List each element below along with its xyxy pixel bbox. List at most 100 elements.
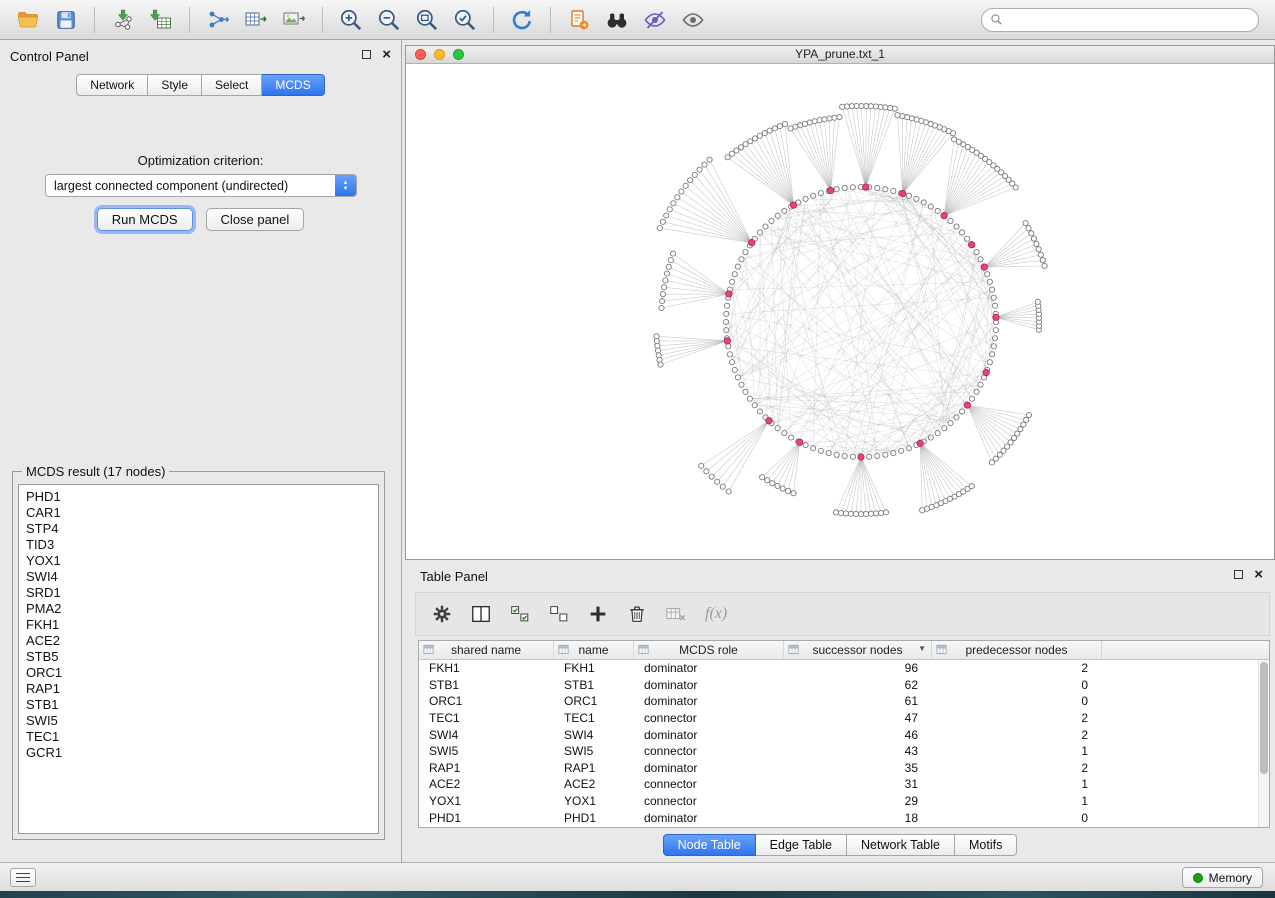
cell-name[interactable]: ACE2 <box>554 777 634 791</box>
mcds-result-item[interactable]: PHD1 <box>26 489 378 505</box>
cell-name[interactable]: YOX1 <box>554 794 634 808</box>
cell-MCDS-role[interactable]: dominator <box>634 728 784 742</box>
cell-successor-nodes[interactable]: 43 <box>784 744 932 758</box>
mcds-result-item[interactable]: GCR1 <box>26 745 378 761</box>
refresh-layout-icon[interactable] <box>504 4 540 36</box>
export-image-icon[interactable] <box>276 4 312 36</box>
status-menu-icon[interactable] <box>10 868 36 887</box>
zoom-fit-icon[interactable] <box>409 4 445 36</box>
cell-MCDS-role[interactable]: connector <box>634 744 784 758</box>
column-header-successor-nodes[interactable]: successor nodes▼ <box>784 641 932 659</box>
cell-successor-nodes[interactable]: 18 <box>784 811 932 825</box>
mcds-result-item[interactable]: TID3 <box>26 537 378 553</box>
column-header-predecessor-nodes[interactable]: predecessor nodes <box>932 641 1102 659</box>
cell-successor-nodes[interactable]: 47 <box>784 711 932 725</box>
run-mcds-button[interactable]: Run MCDS <box>97 208 193 231</box>
tab-node-table[interactable]: Node Table <box>663 834 756 856</box>
window-zoom-button[interactable] <box>453 49 464 60</box>
tab-mcds[interactable]: MCDS <box>262 74 324 96</box>
import-table-icon[interactable] <box>143 4 179 36</box>
cell-shared-name[interactable]: STB1 <box>419 678 554 692</box>
mcds-result-item[interactable]: SRD1 <box>26 585 378 601</box>
cell-predecessor-nodes[interactable]: 2 <box>932 728 1102 742</box>
float-panel-icon[interactable] <box>1234 570 1243 579</box>
show-details-eye-icon[interactable] <box>675 4 711 36</box>
show-columns-icon[interactable] <box>467 599 495 629</box>
cell-MCDS-role[interactable]: connector <box>634 794 784 808</box>
cell-successor-nodes[interactable]: 35 <box>784 761 932 775</box>
network-graph[interactable] <box>406 64 1274 559</box>
table-row[interactable]: TEC1TEC1connector472 <box>419 710 1258 727</box>
cell-shared-name[interactable]: PHD1 <box>419 811 554 825</box>
cell-MCDS-role[interactable]: connector <box>634 711 784 725</box>
export-table-icon[interactable] <box>238 4 274 36</box>
mcds-result-item[interactable]: CAR1 <box>26 505 378 521</box>
tab-motifs[interactable]: Motifs <box>955 834 1017 856</box>
cell-successor-nodes[interactable]: 62 <box>784 678 932 692</box>
zoom-in-icon[interactable] <box>333 4 369 36</box>
search-input[interactable] <box>981 8 1259 32</box>
cell-name[interactable]: FKH1 <box>554 661 634 675</box>
cell-predecessor-nodes[interactable]: 2 <box>932 661 1102 675</box>
cell-predecessor-nodes[interactable]: 1 <box>932 744 1102 758</box>
cell-successor-nodes[interactable]: 96 <box>784 661 932 675</box>
column-header-name[interactable]: name <box>554 641 634 659</box>
mcds-result-item[interactable]: ORC1 <box>26 665 378 681</box>
network-window-titlebar[interactable]: YPA_prune.txt_1 <box>406 46 1274 64</box>
tab-edge-table[interactable]: Edge Table <box>756 834 847 856</box>
cell-shared-name[interactable]: SWI5 <box>419 744 554 758</box>
cell-shared-name[interactable]: ACE2 <box>419 777 554 791</box>
tab-style[interactable]: Style <box>148 74 202 96</box>
save-icon[interactable] <box>48 4 84 36</box>
cell-shared-name[interactable]: YOX1 <box>419 794 554 808</box>
cell-name[interactable]: RAP1 <box>554 761 634 775</box>
table-row[interactable]: PHD1PHD1dominator180 <box>419 809 1258 826</box>
cell-name[interactable]: SWI5 <box>554 744 634 758</box>
cell-name[interactable]: TEC1 <box>554 711 634 725</box>
add-column-plus-icon[interactable] <box>584 599 612 629</box>
cell-successor-nodes[interactable]: 29 <box>784 794 932 808</box>
search-binoculars-icon[interactable] <box>599 4 635 36</box>
cell-shared-name[interactable]: ORC1 <box>419 694 554 708</box>
table-settings-gear-icon[interactable] <box>428 599 456 629</box>
table-row[interactable]: STB1STB1dominator620 <box>419 677 1258 694</box>
share-document-icon[interactable] <box>561 4 597 36</box>
cell-predecessor-nodes[interactable]: 0 <box>932 678 1102 692</box>
table-row[interactable]: SWI5SWI5connector431 <box>419 743 1258 760</box>
cell-MCDS-role[interactable]: dominator <box>634 678 784 692</box>
cell-shared-name[interactable]: FKH1 <box>419 661 554 675</box>
network-canvas[interactable] <box>406 64 1274 559</box>
table-row[interactable]: ACE2ACE2connector311 <box>419 776 1258 793</box>
table-row[interactable]: FKH1FKH1dominator962 <box>419 660 1258 677</box>
window-close-button[interactable] <box>415 49 426 60</box>
cell-predecessor-nodes[interactable]: 1 <box>932 777 1102 791</box>
cell-name[interactable]: ORC1 <box>554 694 634 708</box>
mcds-result-item[interactable]: TEC1 <box>26 729 378 745</box>
delete-table-icon[interactable] <box>662 599 690 629</box>
mcds-result-item[interactable]: STB5 <box>26 649 378 665</box>
cell-name[interactable]: PHD1 <box>554 811 634 825</box>
table-row[interactable]: YOX1YOX1connector291 <box>419 793 1258 810</box>
cell-name[interactable]: STB1 <box>554 678 634 692</box>
cell-MCDS-role[interactable]: connector <box>634 777 784 791</box>
zoom-selected-icon[interactable] <box>447 4 483 36</box>
cell-predecessor-nodes[interactable]: 0 <box>932 811 1102 825</box>
tab-network[interactable]: Network <box>76 74 148 96</box>
mcds-result-item[interactable]: STP4 <box>26 521 378 537</box>
cell-successor-nodes[interactable]: 61 <box>784 694 932 708</box>
column-header-MCDS-role[interactable]: MCDS role <box>634 641 784 659</box>
memory-button[interactable]: Memory <box>1182 867 1263 888</box>
tab-select[interactable]: Select <box>202 74 262 96</box>
table-row[interactable]: ORC1ORC1dominator610 <box>419 693 1258 710</box>
cell-successor-nodes[interactable]: 46 <box>784 728 932 742</box>
zoom-out-icon[interactable] <box>371 4 407 36</box>
window-minimize-button[interactable] <box>434 49 445 60</box>
cell-shared-name[interactable]: SWI4 <box>419 728 554 742</box>
cell-MCDS-role[interactable]: dominator <box>634 761 784 775</box>
cell-name[interactable]: SWI4 <box>554 728 634 742</box>
cell-predecessor-nodes[interactable]: 1 <box>932 794 1102 808</box>
mcds-result-list[interactable]: PHD1CAR1STP4TID3YOX1SWI4SRD1PMA2FKH1ACE2… <box>18 484 379 834</box>
cell-shared-name[interactable]: TEC1 <box>419 711 554 725</box>
criterion-dropdown[interactable]: largest connected component (undirected)… <box>45 174 357 197</box>
mcds-result-item[interactable]: YOX1 <box>26 553 378 569</box>
